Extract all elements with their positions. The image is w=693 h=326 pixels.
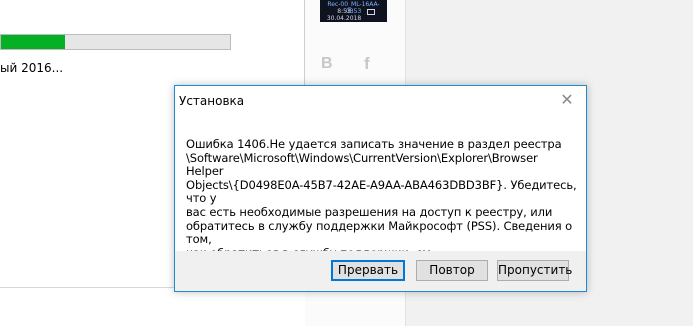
error-dialog: Установка ✕ Ошибка 1406.Не удается запис… — [174, 85, 587, 292]
dialog-footer: Прервать Повтор Пропустить — [175, 251, 586, 291]
abort-button[interactable]: Прервать — [331, 260, 405, 281]
video-thumbnail[interactable]: Rec-00_ML-16AA-0B53 8:53 30.04.2018 — [320, 0, 387, 22]
close-icon[interactable]: ✕ — [556, 90, 578, 110]
dialog-title: Установка — [179, 94, 245, 108]
thumbnail-date: 30.04.2018 — [326, 15, 362, 22]
install-progress-bar — [0, 34, 231, 50]
retry-button[interactable]: Повтор — [416, 260, 488, 281]
vk-icon[interactable]: B — [321, 55, 333, 73]
skip-button[interactable]: Пропустить — [497, 260, 572, 281]
facebook-icon[interactable]: f — [364, 54, 370, 74]
install-progress-fill — [1, 35, 66, 49]
thumbnail-time: 8:53 — [337, 8, 351, 15]
notification-icon — [367, 9, 375, 15]
install-status-text: ый 2016... — [0, 61, 64, 75]
